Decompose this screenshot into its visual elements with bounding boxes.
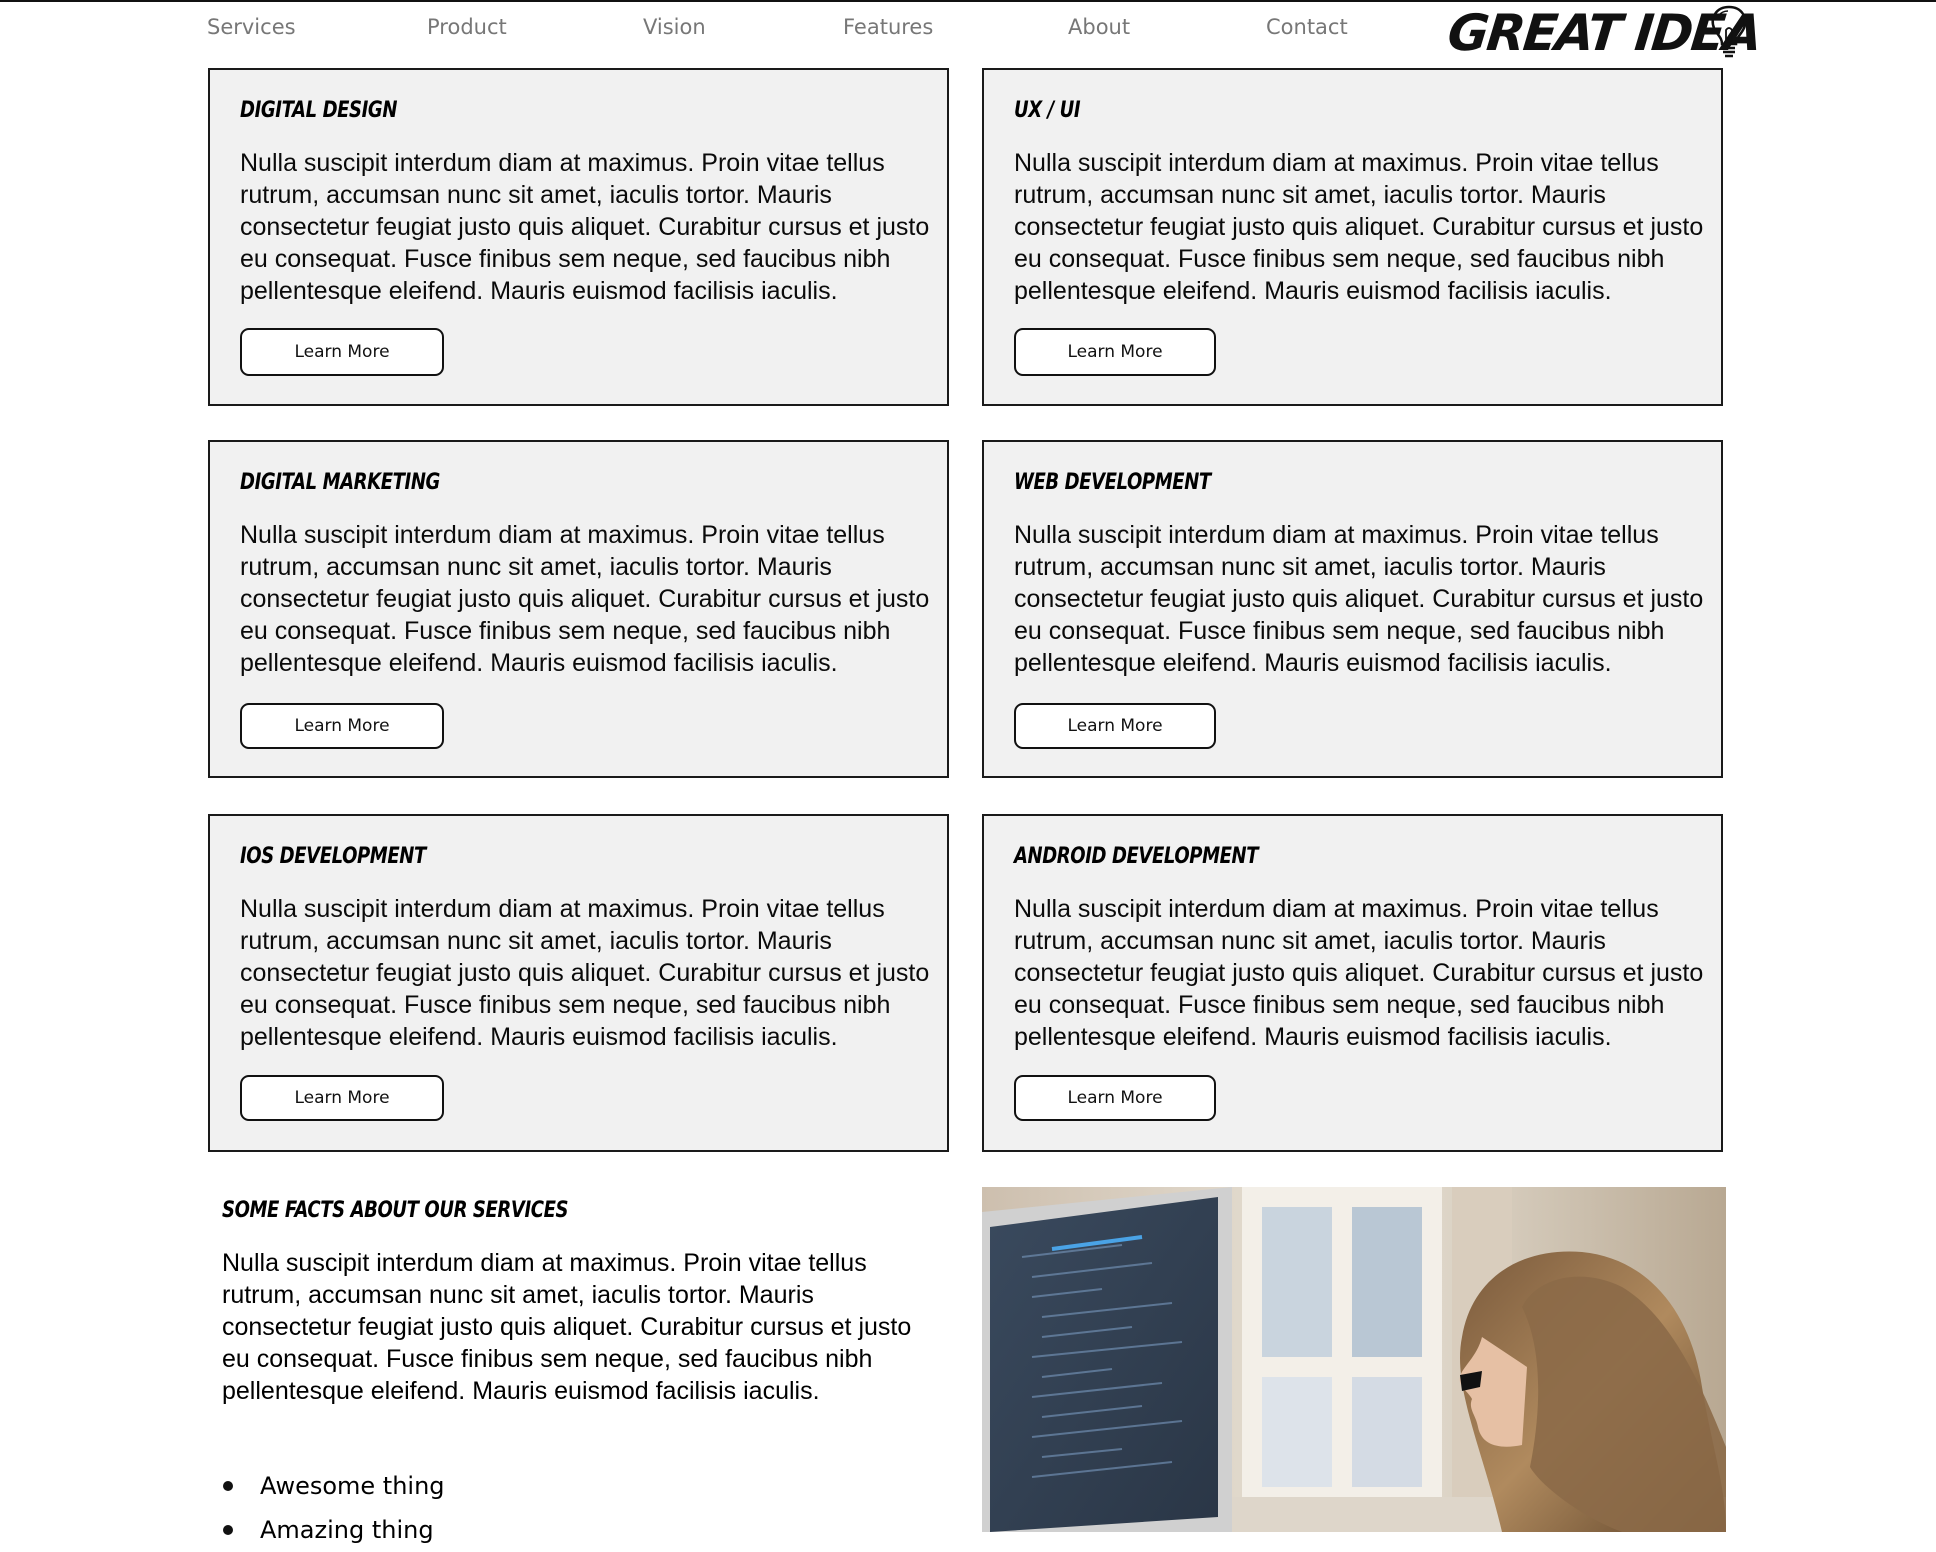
learn-more-button[interactable]: Learn More xyxy=(1014,1075,1216,1121)
facts-paragraph: Nulla suscipit interdum diam at maximus.… xyxy=(222,1249,912,1405)
card-body: Nulla suscipit interdum diam at maximus.… xyxy=(1014,895,1704,1051)
list-item: Amazing thing xyxy=(222,1508,445,1552)
learn-more-button[interactable]: Learn More xyxy=(240,703,444,749)
top-navigation: Services Product Vision Features About C… xyxy=(0,0,1936,64)
nav-services[interactable]: Services xyxy=(207,15,296,39)
nav-features[interactable]: Features xyxy=(843,15,933,39)
nav-product[interactable]: Product xyxy=(427,15,507,39)
card-title: iOS Development xyxy=(240,844,426,869)
learn-more-button[interactable]: Learn More xyxy=(1014,703,1216,749)
woman-at-computer-photo xyxy=(982,1187,1726,1532)
card-title: Android Development xyxy=(1014,844,1259,869)
card-body: Nulla suscipit interdum diam at maximus.… xyxy=(240,895,930,1051)
nav-about[interactable]: About xyxy=(1068,15,1130,39)
nav-contact[interactable]: Contact xyxy=(1266,15,1348,39)
learn-more-button[interactable]: Learn More xyxy=(1014,328,1216,376)
bullet-icon xyxy=(223,1525,233,1535)
list-item: Awesome thing xyxy=(222,1464,445,1508)
card-body: Nulla suscipit interdum diam at maximus.… xyxy=(1014,521,1704,677)
card-body: Nulla suscipit interdum diam at maximus.… xyxy=(1014,149,1704,305)
facts-list: Awesome thing Amazing thing xyxy=(222,1464,445,1552)
card-body: Nulla suscipit interdum diam at maximus.… xyxy=(240,149,930,305)
photo-illustration xyxy=(982,1187,1726,1532)
list-item-label: Amazing thing xyxy=(260,1516,434,1544)
lightbulb-icon xyxy=(1711,5,1747,58)
bullet-icon xyxy=(223,1481,233,1491)
facts-heading: Some Facts About Our Services xyxy=(222,1198,569,1223)
service-card: UX / UI Nulla suscipit interdum diam at … xyxy=(982,68,1723,406)
card-title: Digital Design xyxy=(240,98,398,123)
card-body: Nulla suscipit interdum diam at maximus.… xyxy=(240,521,930,677)
service-card: iOS Development Nulla suscipit interdum … xyxy=(208,814,949,1152)
nav-vision[interactable]: Vision xyxy=(643,15,706,39)
card-title: Digital Marketing xyxy=(240,470,440,495)
list-item-label: Awesome thing xyxy=(260,1472,445,1500)
service-card: Digital Design Nulla suscipit interdum d… xyxy=(208,68,949,406)
service-card: Digital Marketing Nulla suscipit interdu… xyxy=(208,440,949,778)
service-card: Android Development Nulla suscipit inter… xyxy=(982,814,1723,1152)
card-title: Web Development xyxy=(1014,470,1211,495)
learn-more-button[interactable]: Learn More xyxy=(240,328,444,376)
logo[interactable]: GREAT IDEA xyxy=(1445,2,1763,62)
card-title: UX / UI xyxy=(1014,98,1081,123)
learn-more-button[interactable]: Learn More xyxy=(240,1075,444,1121)
service-card: Web Development Nulla suscipit interdum … xyxy=(982,440,1723,778)
